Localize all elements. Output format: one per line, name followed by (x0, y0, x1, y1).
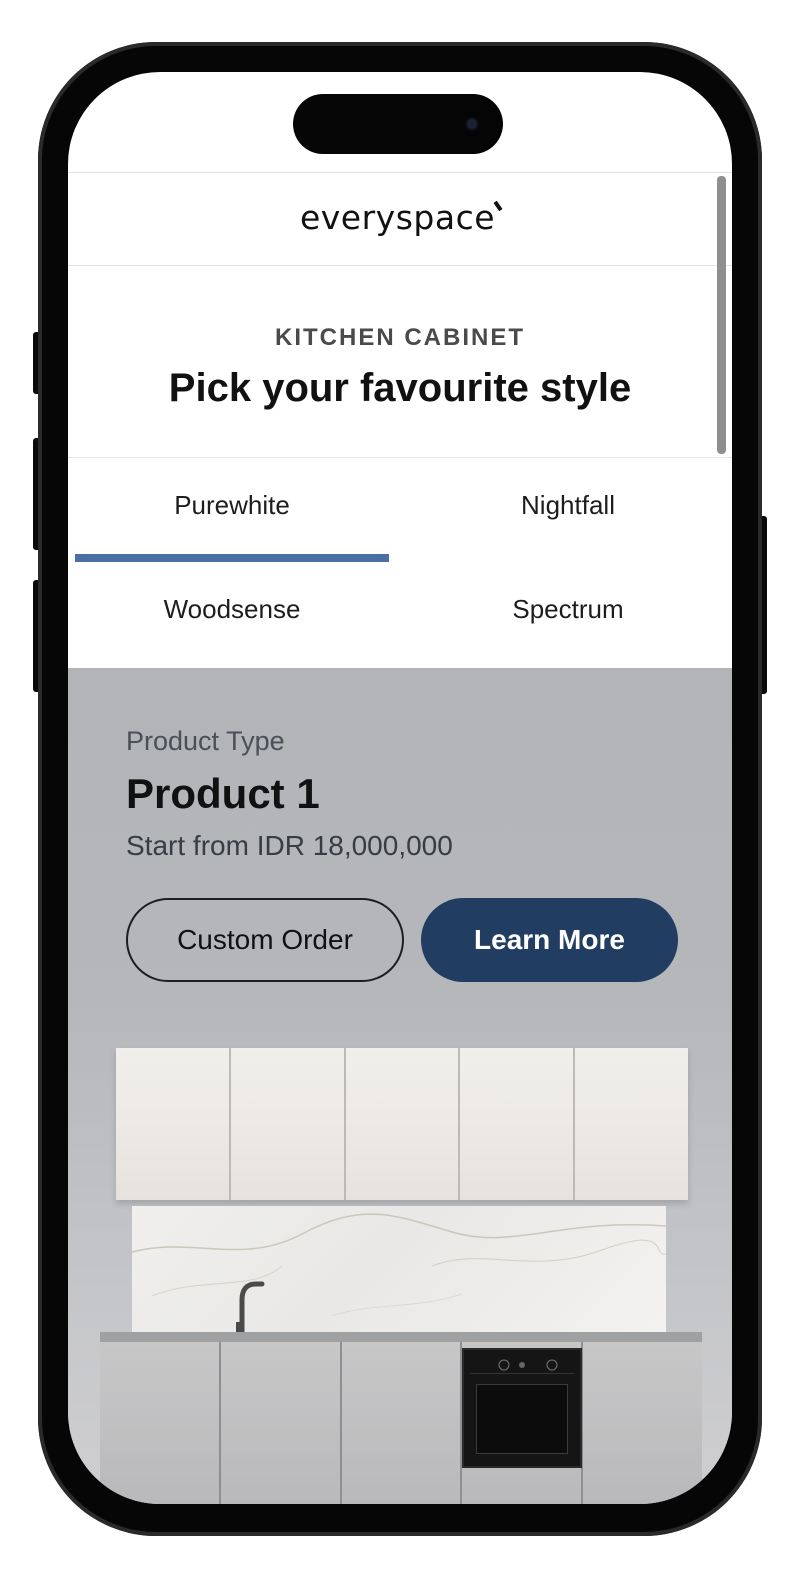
active-tab-indicator (75, 554, 389, 562)
phone-screen: everyspace KITCHEN CABINET Pick your fav… (68, 72, 732, 1504)
dynamic-island (293, 94, 503, 154)
oven-icon (462, 1348, 582, 1468)
app-header: everyspace (68, 172, 732, 266)
cabinet-door (100, 1342, 219, 1504)
product-name: Product 1 (126, 770, 320, 817)
upper-cabinets (116, 1048, 688, 1200)
marble-backsplash (132, 1206, 666, 1332)
cabinet-door (341, 1342, 461, 1504)
page-title: Pick your favourite style (168, 366, 632, 410)
oven-knobs-icon (498, 1359, 558, 1371)
learn-more-button[interactable]: Learn More (421, 898, 678, 982)
cabinet-door (230, 1048, 344, 1200)
cabinet-door (220, 1342, 340, 1504)
category-eyebrow: KITCHEN CABINET (275, 324, 525, 351)
cabinet-door (345, 1048, 459, 1200)
intro-section: KITCHEN CABINET Pick your favourite styl… (68, 266, 732, 457)
oven-control-panel (470, 1356, 574, 1374)
lower-cabinets (100, 1342, 702, 1504)
front-camera-icon (467, 119, 477, 129)
marble-veins (132, 1213, 666, 1317)
cabinet-door (583, 1342, 702, 1504)
style-tabs: Purewhite Nightfall Woodsense Spectrum (68, 457, 732, 668)
custom-order-button[interactable]: Custom Order (126, 898, 404, 982)
cabinet-door (116, 1048, 229, 1200)
faucet-icon (236, 1281, 265, 1336)
product-type-label: Product Type (126, 726, 285, 756)
tab-purewhite[interactable]: Purewhite (72, 490, 392, 521)
countertop (100, 1332, 702, 1342)
oven-window (476, 1384, 568, 1454)
product-price: Start from IDR 18,000,000 (126, 830, 453, 861)
product-card: Product Type Product 1 Start from IDR 18… (68, 668, 732, 1504)
logo-text: everyspace (299, 197, 496, 237)
tab-nightfall[interactable]: Nightfall (408, 490, 728, 521)
tab-woodsense[interactable]: Woodsense (72, 594, 392, 625)
everyspace-logo[interactable]: everyspace (299, 197, 503, 237)
cabinet-door (575, 1048, 688, 1200)
tab-spectrum[interactable]: Spectrum (408, 594, 728, 625)
cabinet-door (460, 1048, 574, 1200)
kitchen-image (68, 1048, 732, 1504)
